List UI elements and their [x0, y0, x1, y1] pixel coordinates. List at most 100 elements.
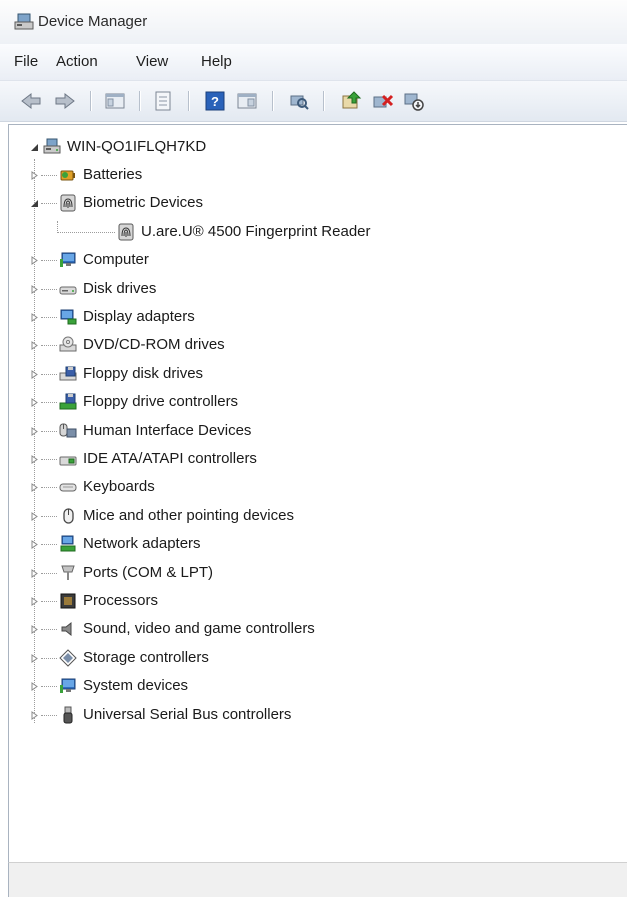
menu-view[interactable]: View: [136, 53, 168, 70]
expand-arrow-icon[interactable]: [30, 427, 39, 436]
floppy-controller-icon: [59, 393, 77, 410]
device-tree[interactable]: WIN-QO1IFLQH7KD Batteries Biometric Devic…: [8, 124, 627, 863]
expand-arrow-icon[interactable]: [30, 398, 39, 407]
floppy-drive-icon: [59, 366, 77, 381]
root-label: WIN-QO1IFLQH7KD: [67, 138, 207, 155]
tree-category-item[interactable]: Processors: [9, 589, 609, 613]
expand-arrow-icon[interactable]: [30, 256, 39, 265]
tree-category-item[interactable]: Ports (COM & LPT): [9, 561, 609, 585]
tree-category-item[interactable]: Sound, video and game controllers: [9, 617, 609, 641]
collapse-arrow-icon[interactable]: [30, 199, 39, 208]
tree-category-item[interactable]: Biometric Devices: [9, 191, 609, 215]
tree-category-item[interactable]: Floppy drive controllers: [9, 390, 609, 414]
network-adapter-icon: [60, 535, 76, 552]
tree-category-item[interactable]: Universal Serial Bus controllers: [9, 703, 609, 727]
usb-icon: [63, 706, 73, 724]
disable-icon[interactable]: [403, 90, 425, 112]
tree-category-item[interactable]: Human Interface Devices: [9, 419, 609, 443]
title-bar[interactable]: Device Manager: [0, 0, 627, 44]
help-icon[interactable]: ?: [204, 90, 226, 112]
tree-item-label: Computer: [83, 251, 149, 268]
status-bar: [8, 862, 627, 897]
expand-arrow-icon[interactable]: [30, 171, 39, 180]
toolbar: ?: [0, 81, 627, 122]
expand-arrow-icon[interactable]: [30, 682, 39, 691]
tree-item-label: Disk drives: [83, 280, 157, 297]
tree-category-item[interactable]: Network adapters: [9, 532, 609, 556]
menu-action[interactable]: Action: [56, 53, 98, 70]
tree-item-label: Universal Serial Bus controllers: [83, 706, 292, 723]
expand-arrow-icon[interactable]: [30, 540, 39, 549]
tree-category-item[interactable]: Floppy disk drives: [9, 362, 609, 386]
expand-arrow-icon[interactable]: [30, 483, 39, 492]
tree-category-item[interactable]: Batteries: [9, 163, 609, 187]
expand-arrow-icon[interactable]: [30, 711, 39, 720]
ide-controller-icon: [59, 456, 77, 466]
tree-item-label: Batteries: [83, 166, 143, 183]
expand-arrow-icon[interactable]: [30, 370, 39, 379]
tree-item-label: Floppy drive controllers: [83, 393, 239, 410]
computer-icon: [60, 252, 76, 267]
menu-file[interactable]: File: [14, 53, 38, 70]
display-adapter-icon: [60, 309, 77, 325]
tree-item-label: DVD/CD-ROM drives: [83, 336, 225, 353]
sound-icon: [61, 621, 72, 637]
device-manager-icon: [14, 13, 34, 30]
tree-category-item[interactable]: IDE ATA/ATAPI controllers: [9, 447, 609, 471]
system-devices-icon: [60, 678, 76, 693]
dvd-drive-icon: [59, 336, 77, 352]
expand-arrow-icon[interactable]: [30, 654, 39, 663]
tree-item-label: Floppy disk drives: [83, 365, 204, 382]
expand-arrow-icon[interactable]: [30, 569, 39, 578]
mouse-icon: [63, 508, 74, 524]
tree-item-label: Sound, video and game controllers: [83, 620, 315, 637]
properties-icon[interactable]: [152, 90, 174, 112]
tree-item-label: Processors: [83, 592, 159, 609]
disk-drive-icon: [59, 286, 77, 295]
tree-item-label: Mice and other pointing devices: [83, 507, 294, 524]
tree-category-item[interactable]: Mice and other pointing devices: [9, 504, 609, 528]
tree-category-item[interactable]: Display adapters: [9, 305, 609, 329]
update-driver-icon[interactable]: [340, 90, 362, 112]
show-hide-tree-icon[interactable]: [104, 90, 126, 112]
expand-arrow-icon[interactable]: [30, 313, 39, 322]
tree-item-label: Ports (COM & LPT): [83, 564, 214, 581]
tree-category-item[interactable]: Computer: [9, 248, 609, 272]
storage-controller-icon: [59, 649, 77, 667]
menu-bar: File Action View Help: [0, 44, 627, 81]
forward-arrow-icon[interactable]: [54, 90, 76, 112]
tree-category-item[interactable]: DVD/CD-ROM drives: [9, 333, 609, 357]
tree-root[interactable]: WIN-QO1IFLQH7KD: [9, 135, 609, 159]
collapse-arrow-icon[interactable]: [30, 143, 39, 152]
fingerprint-icon: [60, 194, 76, 212]
processor-icon: [60, 593, 76, 609]
tree-item-label: Network adapters: [83, 535, 201, 552]
tree-device-item[interactable]: U.are.U® 4500 Fingerprint Reader: [9, 220, 609, 244]
scan-hardware-icon[interactable]: [288, 90, 310, 112]
tree-item-label: Human Interface Devices: [83, 422, 252, 439]
port-icon: [61, 565, 75, 580]
computer-root-icon: [43, 138, 61, 154]
back-arrow-icon[interactable]: [20, 90, 42, 112]
menu-help[interactable]: Help: [201, 53, 232, 70]
tree-item-label: U.are.U® 4500 Fingerprint Reader: [141, 223, 371, 240]
svg-text:?: ?: [211, 94, 219, 109]
device-manager-window: Device Manager File Action View Help ? W…: [0, 0, 627, 902]
tree-item-label: System devices: [83, 677, 189, 694]
expand-arrow-icon[interactable]: [30, 285, 39, 294]
tree-category-item[interactable]: System devices: [9, 674, 609, 698]
expand-arrow-icon[interactable]: [30, 597, 39, 606]
expand-arrow-icon[interactable]: [30, 625, 39, 634]
expand-arrow-icon[interactable]: [30, 341, 39, 350]
console-icon[interactable]: [236, 90, 258, 112]
expand-arrow-icon[interactable]: [30, 455, 39, 464]
tree-category-item[interactable]: Keyboards: [9, 475, 609, 499]
tree-item-label: Keyboards: [83, 478, 155, 495]
tree-category-item[interactable]: Disk drives: [9, 277, 609, 301]
fingerprint-icon: [118, 223, 134, 241]
uninstall-icon[interactable]: [372, 90, 394, 112]
tree-category-item[interactable]: Storage controllers: [9, 646, 609, 670]
expand-arrow-icon[interactable]: [30, 512, 39, 521]
tree-item-label: Display adapters: [83, 308, 195, 325]
battery-icon: [60, 170, 75, 181]
